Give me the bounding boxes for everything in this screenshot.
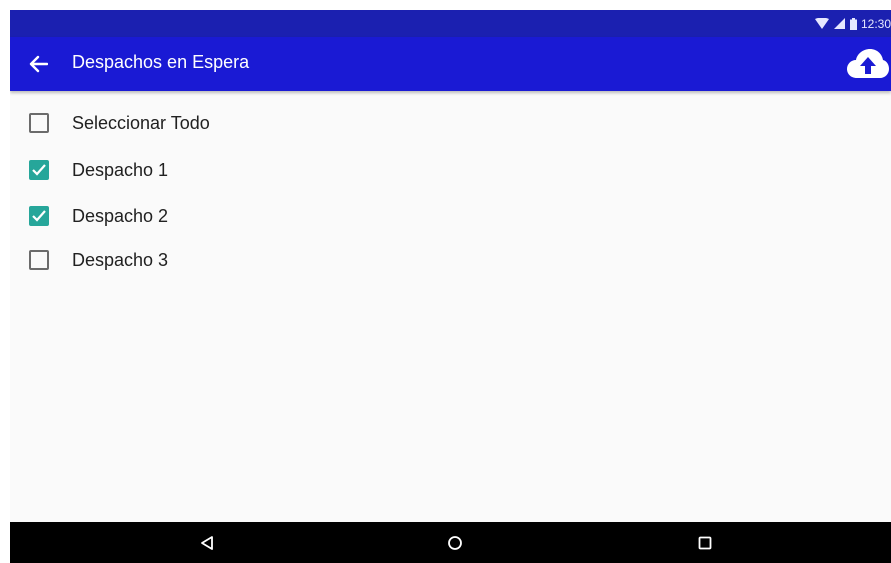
arrow-back-icon — [29, 55, 48, 73]
battery-icon — [849, 17, 857, 30]
despacho-3-label: Despacho 3 — [72, 249, 169, 270]
app-window: 12:30 Despachos en Espera Seleccionar To… — [10, 10, 891, 563]
despacho-1-checkbox[interactable] — [29, 160, 49, 180]
despacho-1-label: Despacho 1 — [72, 159, 169, 180]
list-item-despacho-1[interactable]: Despacho 1 — [10, 150, 891, 190]
cell-signal-icon — [833, 18, 845, 29]
select-all-checkbox[interactable] — [29, 113, 49, 133]
wifi-icon — [814, 18, 829, 29]
list-item-despacho-3[interactable]: Despacho 3 — [10, 240, 891, 280]
nav-home-button[interactable] — [442, 530, 468, 556]
list-item-despacho-2[interactable]: Despacho 2 — [10, 196, 891, 236]
back-triangle-icon — [201, 536, 213, 550]
page-title: Despachos en Espera — [72, 52, 250, 72]
recents-square-icon — [698, 536, 712, 550]
nav-recents-button[interactable] — [692, 530, 718, 556]
upload-button[interactable] — [845, 45, 891, 83]
status-time: 12:30 — [860, 16, 891, 31]
system-nav-bar — [10, 522, 891, 563]
home-circle-icon — [448, 536, 462, 550]
despacho-2-label: Despacho 2 — [72, 205, 169, 226]
cloud-upload-icon — [847, 49, 889, 78]
checkmark-icon — [32, 210, 46, 222]
select-all-row[interactable]: Seleccionar Todo — [10, 103, 891, 143]
status-bar: 12:30 — [10, 10, 891, 37]
despacho-3-checkbox[interactable] — [29, 250, 49, 270]
app-bar: Despachos en Espera — [10, 37, 891, 91]
back-button[interactable] — [24, 50, 52, 78]
despacho-2-checkbox[interactable] — [29, 206, 49, 226]
status-icons — [814, 17, 857, 30]
select-all-label: Seleccionar Todo — [72, 112, 210, 133]
checkmark-icon — [32, 164, 46, 176]
nav-back-button[interactable] — [194, 530, 220, 556]
